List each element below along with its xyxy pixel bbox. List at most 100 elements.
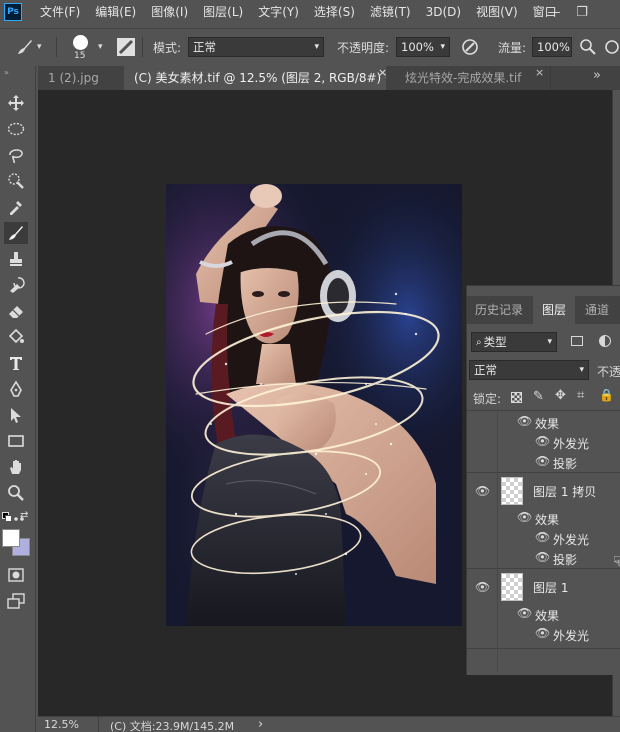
mode-select[interactable]: 正常 ▾ [188,29,324,65]
quick-mask-icon[interactable] [4,564,28,586]
eye-icon[interactable]: 👁 [535,550,550,564]
eye-icon[interactable]: 👁 [535,454,550,468]
photoshop-logo: Ps [4,3,22,21]
pen-tool-icon[interactable] [4,378,28,400]
eye-icon[interactable]: 👁 [517,510,532,524]
brush-tool-icon[interactable] [4,222,28,244]
tab-history[interactable]: 历史记录 [467,296,531,324]
menu-image[interactable]: 图像(I) [151,0,188,24]
effects-row[interactable]: 👁 效果 [467,508,620,528]
artboard-icon[interactable]: ⌗ [577,388,584,403]
eye-icon[interactable]: 👁 [475,580,490,594]
menu-view[interactable]: 视图(V) [476,0,518,24]
tab-label: 炫光特效-完成效果.tif [405,71,522,85]
history-brush-tool-icon[interactable] [4,274,28,296]
pressure-opacity-icon[interactable] [460,29,480,65]
document-image[interactable] [166,184,462,626]
type-tool-icon[interactable] [4,352,28,374]
options-bar: ▾ 15 ▾ 模式: 正常 ▾ 不透明度: 100% ▾ 流量: 100% [0,28,620,64]
effects-row[interactable]: 👁 效果 [467,412,620,432]
layer-kind-filter[interactable]: ⌕ 类型 ▾ [471,332,557,352]
zoom-level[interactable]: 12.5% [44,718,79,731]
blend-mode-select[interactable]: 正常 ▾ [469,360,589,380]
brush-picker[interactable]: 15 ▾ [70,29,103,65]
lock-all-icon[interactable]: 🔒 [599,388,614,402]
effects-label: 效果 [535,609,560,623]
opacity-field[interactable]: 100% ▾ [396,29,450,65]
menu-type[interactable]: 文字(Y) [258,0,299,24]
chevron-down-icon: ▾ [314,42,319,52]
search-icon: ⌕ [476,336,482,348]
collapse-icon[interactable]: » [4,68,9,77]
menu-3d[interactable]: 3D(D) [426,0,461,24]
menu-file[interactable]: 文件(F) [40,0,80,24]
marquee-tool-icon[interactable] [4,118,28,140]
layer-name: 图层 1 拷贝 [533,485,597,499]
adjustment-filter-icon[interactable] [599,335,611,347]
eyedropper-tool-icon[interactable] [4,196,28,218]
swap-colors-icon[interactable]: ⇄ [20,510,28,521]
tab-layers[interactable]: 图层 [533,296,575,324]
flow-field[interactable]: 100% [532,29,572,65]
tab-glow-effect[interactable]: 炫光特效-完成效果.tif [395,66,535,90]
tab-1-2-jpg[interactable]: 1 (2).jpg [38,66,124,90]
effect-label: 外发光 [553,437,590,451]
lock-image-icon[interactable]: ✎ [533,389,544,404]
zoom-tool-icon[interactable] [4,482,28,504]
eye-icon[interactable]: 👁 [535,626,550,640]
quick-selection-tool-icon[interactable] [4,170,28,192]
restore-button[interactable]: ❐ [568,0,596,24]
image-filter-icon[interactable] [571,336,583,346]
tab-overflow-icon[interactable]: » [593,68,601,83]
layer-name: 图层 1 [533,581,569,595]
brush-tool-preset-icon[interactable]: ▾ [14,29,42,65]
menu-select[interactable]: 选择(S) [314,0,355,24]
eye-icon[interactable]: 👁 [535,530,550,544]
rectangle-tool-icon[interactable] [4,430,28,452]
effects-row[interactable]: 👁 效果 [467,604,620,624]
effect-outer-glow-row[interactable]: 👁 外发光 [467,528,620,548]
effect-outer-glow-row[interactable]: 👁 外发光 [467,432,620,452]
brush-settings-panel-icon[interactable] [116,29,136,65]
eye-icon[interactable]: 👁 [475,484,490,498]
effect-drop-shadow-row[interactable]: 👁 投影 [467,452,620,472]
screen-mode-icon[interactable] [4,590,28,612]
status-menu-icon[interactable]: › [258,717,263,732]
hand-tool-icon[interactable] [4,456,28,478]
effect-drop-shadow-row[interactable]: 👁 投影 [467,548,620,568]
filter-label: 类型 [483,335,507,349]
eye-icon[interactable]: 👁 [535,434,550,448]
menu-edit[interactable]: 编辑(E) [95,0,136,24]
lasso-tool-icon[interactable] [4,144,28,166]
lock-label: 锁定: [473,392,502,406]
effect-outer-glow-row[interactable]: 👁 外发光 [467,624,620,644]
eraser-tool-icon[interactable] [4,300,28,322]
default-colors-icon[interactable] [2,512,12,522]
menu-layer[interactable]: 图层(L) [203,0,243,24]
lock-transparent-icon[interactable] [511,392,522,403]
tab-active-document[interactable]: (C) 美女素材.tif @ 12.5% (图层 2, RGB/8#) * [124,66,386,90]
lock-position-icon[interactable]: ✥ [555,388,566,403]
minimize-button[interactable]: — [540,0,568,24]
eye-icon[interactable]: 👁 [517,414,532,428]
layer-thumbnail [501,573,523,601]
close-icon[interactable]: × [535,66,544,79]
layer-thumbnail [501,477,523,505]
close-icon[interactable]: × [378,66,387,79]
airbrush-icon[interactable] [578,29,598,65]
tab-label: 1 (2).jpg [48,71,99,85]
smoothing-icon[interactable] [604,29,620,65]
foreground-color-swatch[interactable] [2,529,20,547]
document-tabs: 1 (2).jpg × (C) 美女素材.tif @ 12.5% (图层 2, … [38,66,620,90]
paint-bucket-tool-icon[interactable] [4,326,28,348]
clone-stamp-tool-icon[interactable] [4,248,28,270]
layer-row[interactable]: 👁 图层 1 [467,568,620,604]
document-size: (C) 文档:23.9M/145.2M [110,720,235,732]
layer-row[interactable]: 👁 图层 1 拷贝 [467,472,620,508]
path-selection-tool-icon[interactable] [4,404,28,426]
tab-channels[interactable]: 通道 [577,296,617,324]
eye-icon[interactable]: 👁 [517,606,532,620]
move-tool-icon[interactable] [4,92,28,114]
menu-filter[interactable]: 滤镜(T) [370,0,411,24]
panel-tabs: 历史记录 图层 通道 [467,296,620,324]
